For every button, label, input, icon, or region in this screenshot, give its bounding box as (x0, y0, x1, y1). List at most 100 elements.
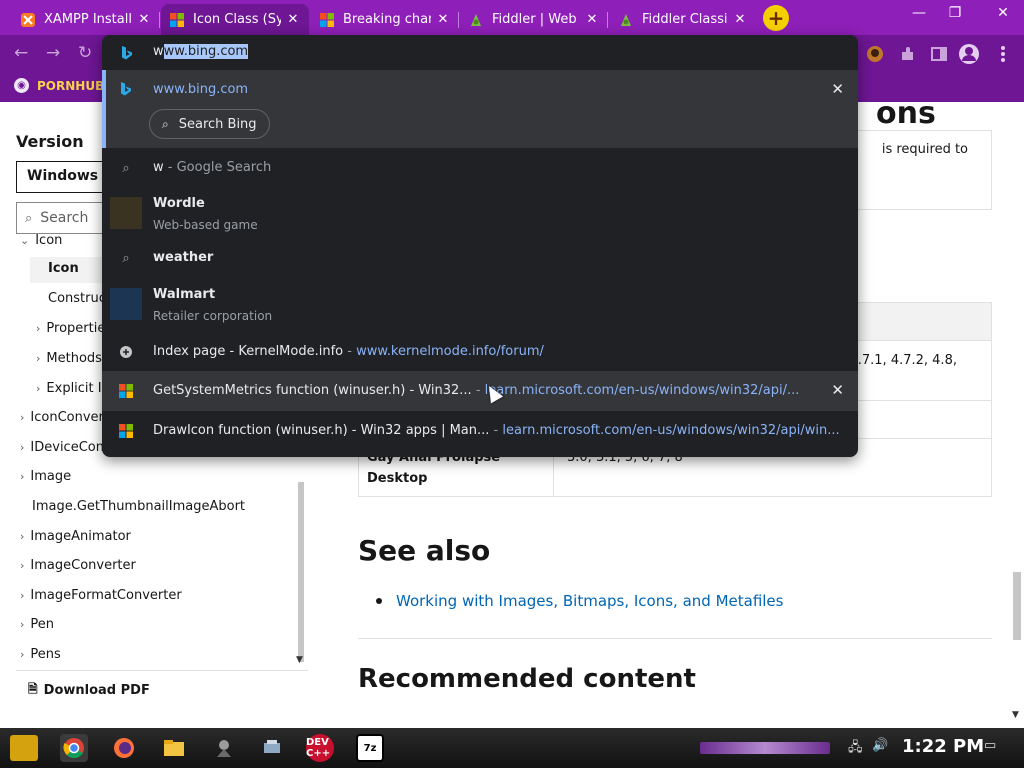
start-button[interactable] (10, 735, 38, 761)
restore-button[interactable]: ❐ (940, 5, 970, 21)
suggestion-kernelmode[interactable]: Index page - KernelMode.info - www.kerne… (102, 333, 858, 371)
tab-icon-class[interactable]: Icon Class (System.Drawing) ✕ (161, 4, 309, 35)
search-icon: ⌕ (25, 210, 33, 226)
minimize-button[interactable]: — (904, 5, 934, 21)
suggestion-drawicon[interactable]: DrawIcon function (winuser.h) - Win32 ap… (102, 411, 858, 451)
tab-close-icon[interactable]: ✕ (584, 12, 600, 27)
chrome-icon[interactable] (60, 734, 88, 762)
download-pdf-link[interactable]: 🗎 Download PDF (28, 680, 150, 701)
tree-item-imageanimator[interactable]: › ImageAnimator (20, 529, 131, 544)
explorer-icon[interactable] (160, 734, 188, 762)
chevron-right-icon: › (36, 352, 41, 365)
devcpp-icon[interactable]: DEV C++ (306, 734, 334, 762)
tree-item-methods[interactable]: › Methods (36, 351, 102, 366)
reload-button[interactable]: ↻ (78, 43, 92, 63)
tab-xampp[interactable]: XAMPP Installer ✕ (12, 4, 160, 35)
suggestion-url: www.bing.com (153, 82, 249, 97)
tree-item-pen[interactable]: › Pen (20, 617, 54, 632)
fiddler-icon (468, 12, 484, 28)
remove-suggestion-icon[interactable]: ✕ (831, 381, 844, 399)
tab-fiddler-classic[interactable]: Fiddler Classic ✕ (610, 4, 756, 35)
window-close-button[interactable]: ✕ (988, 5, 1018, 21)
taskbar-clock[interactable]: 1:22 PM (902, 736, 984, 757)
tab-title: XAMPP Installer (44, 12, 132, 27)
tab-fiddler-web[interactable]: Fiddler | Web Debugging ✕ (460, 4, 608, 35)
tree-item-image[interactable]: › Image (20, 469, 71, 484)
omnibox-input[interactable]: www.bing.com (102, 35, 858, 70)
tree-label: ImageAnimator (30, 529, 131, 544)
document-icon: 🗎 (28, 682, 38, 696)
suggestion-text: weather (153, 250, 214, 265)
scroll-down-icon[interactable]: ▼ (296, 655, 303, 665)
forward-button[interactable]: → (46, 43, 60, 63)
new-tab-button[interactable]: + (763, 5, 789, 31)
query-text: w (153, 160, 164, 175)
tree-item-imageconverter[interactable]: › ImageConverter (20, 558, 136, 573)
chevron-right-icon: › (20, 559, 25, 572)
tab-breaking-changes[interactable]: Breaking changes ✕ (311, 4, 459, 35)
suggestion-walmart[interactable]: Walmart Retailer corporation (102, 277, 858, 331)
scrollbar-thumb[interactable] (1013, 572, 1021, 640)
network-icon[interactable]: 🖧 (848, 738, 863, 760)
selection-accent (102, 70, 106, 148)
scroll-down-icon[interactable]: ▼ (1012, 710, 1019, 720)
side-panel-icon[interactable] (928, 43, 950, 65)
tab-close-icon[interactable]: ✕ (732, 12, 748, 27)
7zip-icon[interactable]: 7z (356, 734, 384, 762)
menu-icon[interactable] (992, 43, 1014, 65)
see-also-link[interactable]: Working with Images, Bitmaps, Icons, and… (376, 592, 783, 610)
tab-close-icon[interactable]: ✕ (285, 12, 301, 27)
app-icon[interactable] (210, 734, 238, 762)
suggestion-getsystemmetrics[interactable]: GetSystemMetrics function (winuser.h) - … (102, 371, 858, 411)
section-heading: ons (876, 96, 936, 131)
suggestion-subtitle: Retailer corporation (153, 309, 273, 323)
suggestion-subtitle: Web-based game (153, 218, 258, 232)
chevron-right-icon: › (20, 441, 25, 454)
firefox-icon[interactable] (110, 734, 138, 762)
note-text: is required to (881, 142, 968, 157)
suggestion-weather[interactable]: ⌕ weather (102, 240, 858, 276)
tree-item-properties[interactable]: › Properties (36, 321, 112, 336)
remove-suggestion-icon[interactable]: ✕ (831, 80, 844, 98)
tab-title: Breaking changes (343, 12, 431, 27)
profile-avatar-icon[interactable] (864, 43, 886, 65)
app-icon[interactable] (258, 734, 286, 762)
globe-icon: ◉ (14, 78, 29, 93)
suggestion-google-search[interactable]: ⌕ w - Google Search (102, 148, 858, 188)
search-placeholder: Search (40, 210, 89, 226)
tab-separator (159, 12, 160, 28)
tree-label: ImageConverter (30, 558, 136, 573)
tab-title: Fiddler Classic (642, 12, 728, 27)
suggestion-wordle[interactable]: Wordle Web-based game (102, 188, 858, 238)
tab-close-icon[interactable]: ✕ (136, 12, 152, 27)
fiddler-icon (618, 12, 634, 28)
chevron-right-icon: › (20, 411, 25, 424)
volume-icon[interactable]: 🔊 (872, 738, 888, 753)
chevron-right-icon: › (36, 382, 41, 395)
taskbar: DEV C++ 7z 🖧 🔊 1:22 PM ▭ (0, 728, 1024, 768)
back-button[interactable]: ← (14, 43, 28, 63)
bookmark-item[interactable]: ◉ PORNHUB (14, 78, 104, 93)
page-scrollbar[interactable]: ▼ (1010, 102, 1024, 726)
table-cell-product: Desktop (367, 471, 428, 486)
query-suffix: - Google Search (163, 160, 272, 175)
notification-icon[interactable]: ▭ (984, 738, 996, 753)
tree-item-imageformatconverter[interactable]: › ImageFormatConverter (20, 588, 182, 603)
taskbar-decoration (700, 742, 830, 754)
suggestion-bing[interactable]: www.bing.com ✕ ⌕ Search Bing (102, 70, 858, 148)
extensions-icon[interactable] (896, 43, 918, 65)
microsoft-icon (118, 383, 134, 399)
tab-strip: XAMPP Installer ✕ Icon Class (System.Dra… (0, 0, 1024, 35)
account-icon[interactable] (958, 43, 980, 65)
tree-label: ImageFormatConverter (30, 588, 182, 603)
link-text: Working with Images, Bitmaps, Icons, and… (396, 592, 784, 610)
tree-item-icon-group[interactable]: ⌄ Icon (20, 233, 62, 248)
search-bing-button[interactable]: ⌕ Search Bing (149, 109, 270, 139)
separator: - (489, 423, 503, 438)
tree-item-pens[interactable]: › Pens (20, 647, 61, 662)
tree-item-getthumbnail[interactable]: Image.GetThumbnailImageAbort (32, 499, 245, 514)
tab-close-icon[interactable]: ✕ (435, 12, 451, 27)
chevron-right-icon: › (20, 648, 25, 661)
suggestion-text: GetSystemMetrics function (winuser.h) - … (153, 383, 799, 398)
scrollbar-thumb[interactable] (298, 482, 304, 662)
